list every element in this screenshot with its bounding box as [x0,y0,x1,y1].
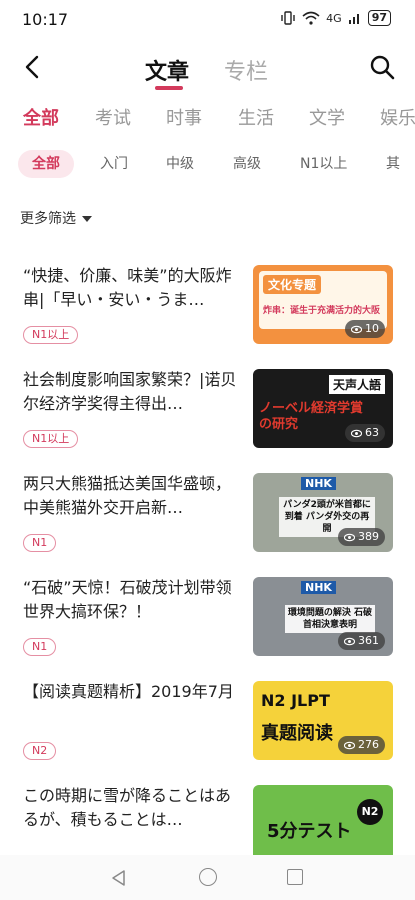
tab-active-indicator [155,86,183,90]
status-bar: 10:17 4G 97 [0,0,415,40]
status-time: 10:17 [22,10,69,29]
system-back-icon[interactable] [110,869,128,887]
top-nav: 文章 专栏 [0,48,415,90]
level-advanced[interactable]: 高级 [233,150,261,178]
thumbnail-caption: 炸串：诞生于充满活力的大阪 [263,306,381,316]
eye-icon [351,429,362,437]
eye-icon [344,741,355,749]
thumbnail-caption: 環境問題の解決 石破首相決意表明 [285,605,375,633]
level-more[interactable]: 其 [386,150,400,178]
view-count: 361 [338,632,385,650]
view-count: 10 [345,320,385,338]
signal-icon [348,14,359,24]
article-thumbnail: NHK パンダ2頭が米首都に到着 パンダ外交の再開 389 [253,473,393,552]
article-level-tag: N1以上 [23,430,79,448]
view-count: 63 [345,424,385,442]
article-thumbnail: N2 JLPT 真题阅读 276 [253,681,393,760]
category-life[interactable]: 生活 [238,104,274,130]
dropdown-arrow-icon [82,216,92,222]
article-title: 社会制度影响国家繁荣？|诺贝尔经济学奖得主得出… [23,370,237,413]
view-count-value: 276 [358,738,379,751]
article-title: この時期に雪が降ることはあるが、積もることは… [23,786,232,829]
more-filter-button[interactable]: 更多筛选 [20,208,92,228]
article-title: “石破”天惊！石破茂计划带领世界大搞环保？！ [23,578,232,621]
article-thumbnail: 天声人語 ノーベル経済学賞の研究 63 [253,369,393,448]
level-beginner[interactable]: 入门 [100,150,128,178]
level-intermediate[interactable]: 中级 [166,150,194,178]
thumbnail-label: N2 [357,799,383,825]
thumbnail-label: 天声人語 [328,375,385,394]
article-thumbnail: NHK 環境問題の解決 石破首相決意表明 361 [253,577,393,656]
view-count-value: 63 [365,426,379,439]
view-count-value: 361 [358,634,379,647]
category-entertainment[interactable]: 娱乐 [380,104,415,130]
thumbnail-caption: 真题阅读 [261,723,333,744]
wifi-icon [302,11,320,25]
battery-level: 97 [367,10,391,26]
level-all[interactable]: 全部 [18,150,74,178]
article-thumbnail: N2 5分テスト [253,785,393,855]
article-level-tag: N1 [23,534,57,552]
header-area: 10:17 4G 97 文章 专栏 全部 考试 时事 生活 文学 娱乐 全部 入… [0,0,415,244]
vibrate-icon [281,11,295,25]
view-count-value: 389 [358,530,379,543]
level-n1-plus[interactable]: N1以上 [300,150,347,178]
article-level-tag: N1 [23,638,57,656]
article-level-tag: N1以上 [23,326,79,344]
tab-column[interactable]: 专栏 [224,54,268,86]
article-level-tag: N2 [23,742,57,760]
eye-icon [351,325,362,333]
thumbnail-caption: 5分テスト [267,821,352,842]
thumbnail-label: NHK [301,477,336,490]
system-nav-bar [0,855,415,900]
article-item[interactable]: 两只大熊猫抵达美国华盛顿，中美熊猫外交开启新… N1 NHK パンダ2頭が米首都… [0,452,415,556]
more-filter-label: 更多筛选 [20,211,76,227]
signal-label: 4G [326,11,342,25]
category-all[interactable]: 全部 [23,104,59,130]
tab-article[interactable]: 文章 [145,54,189,86]
search-icon[interactable] [369,54,395,80]
level-filter: 全部 入门 中级 高级 N1以上 其 [0,150,415,178]
view-count: 276 [338,736,385,754]
system-recents-icon[interactable] [287,869,303,885]
system-home-icon[interactable] [199,868,217,886]
thumbnail-label: NHK [301,581,336,594]
article-title: “快捷、价廉、味美”的大阪炸串|「早い・安い・うま… [23,266,232,309]
category-exam[interactable]: 考试 [95,104,131,130]
article-item[interactable]: 社会制度影响国家繁荣？|诺贝尔经济学奖得主得出… N1以上 天声人語 ノーベル経… [0,348,415,452]
category-news[interactable]: 时事 [166,104,202,130]
category-tabs: 全部 考试 时事 生活 文学 娱乐 [0,104,415,134]
status-icons: 4G 97 [280,10,391,26]
article-list: “快捷、价廉、味美”的大阪炸串|「早い・安い・うま… N1以上 文化专题 炸串：… [0,244,415,855]
article-item[interactable]: 【阅读真题精析】2019年7月 N2 N2 JLPT 真题阅读 276 [0,660,415,764]
thumbnail-label: 文化专题 [263,275,322,294]
back-arrow-icon[interactable] [20,54,46,80]
thumbnail-label: N2 JLPT [261,691,330,710]
eye-icon [344,533,355,541]
article-title: 【阅读真题精析】2019年7月 [23,682,234,701]
article-item[interactable]: “快捷、价廉、味美”的大阪炸串|「早い・安い・うま… N1以上 文化专题 炸串：… [0,244,415,348]
article-thumbnail: 文化专题 炸串：诞生于充满活力的大阪 10 [253,265,393,344]
view-count-value: 10 [365,322,379,335]
article-item[interactable]: この時期に雪が降ることはあるが、積もることは… N2 5分テスト [0,764,415,855]
category-literature[interactable]: 文学 [309,104,345,130]
article-title: 两只大熊猫抵达美国华盛顿，中美熊猫外交开启新… [23,474,232,517]
article-item[interactable]: “石破”天惊！石破茂计划带领世界大搞环保？！ N1 NHK 環境問題の解決 石破… [0,556,415,660]
view-count: 389 [338,528,385,546]
eye-icon [344,637,355,645]
